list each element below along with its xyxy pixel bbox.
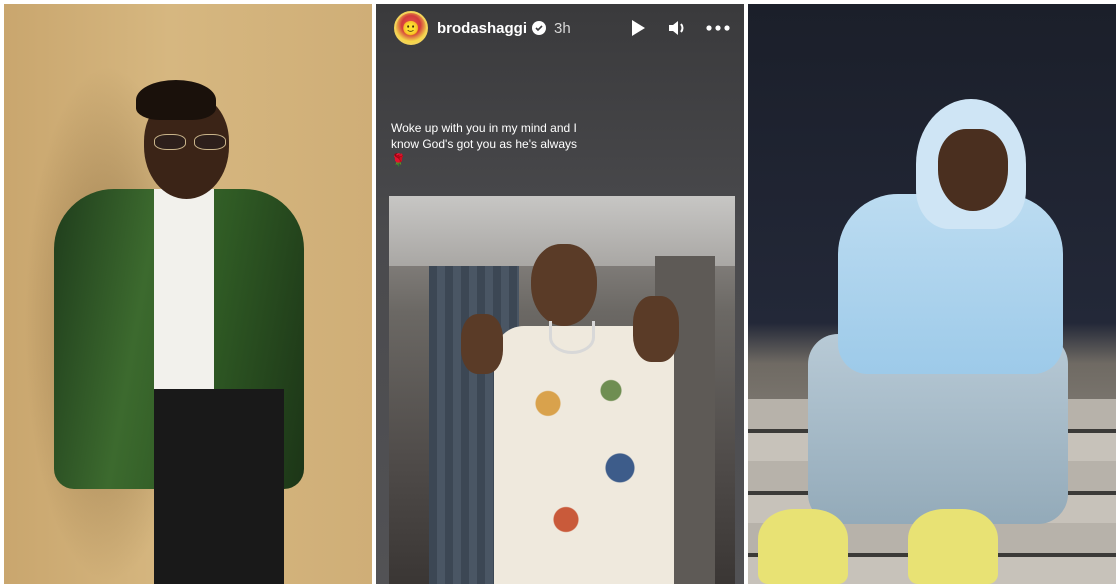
play-icon[interactable] — [626, 16, 650, 40]
right-sneaker — [908, 509, 998, 584]
story-panel: 🙂 brodashaggi 3h Woke up with you in my … — [376, 4, 744, 584]
left-sneaker — [758, 509, 848, 584]
sunglasses — [154, 134, 229, 150]
more-icon[interactable] — [706, 16, 730, 40]
black-trousers — [154, 389, 284, 584]
profile-avatar[interactable]: 🙂 — [394, 11, 428, 45]
left-photo-panel — [4, 4, 372, 584]
story-username[interactable]: brodashaggi — [437, 20, 527, 37]
right-hand — [633, 296, 679, 362]
man-hair — [136, 80, 216, 120]
story-caption: Woke up with you in my mind and I know G… — [391, 121, 578, 167]
smiling-face — [531, 244, 597, 326]
story-header: 🙂 brodashaggi 3h — [376, 4, 744, 52]
story-photo — [389, 196, 735, 584]
volume-icon[interactable] — [666, 16, 690, 40]
man-face — [938, 129, 1008, 211]
white-shirt — [154, 189, 214, 389]
left-hand — [461, 314, 503, 374]
story-time: 3h — [554, 19, 571, 37]
necklace — [549, 321, 595, 354]
verified-icon — [532, 21, 547, 35]
printed-shirt — [494, 326, 674, 584]
right-photo-panel — [748, 4, 1116, 584]
avatar-icon: 🙂 — [402, 19, 420, 36]
